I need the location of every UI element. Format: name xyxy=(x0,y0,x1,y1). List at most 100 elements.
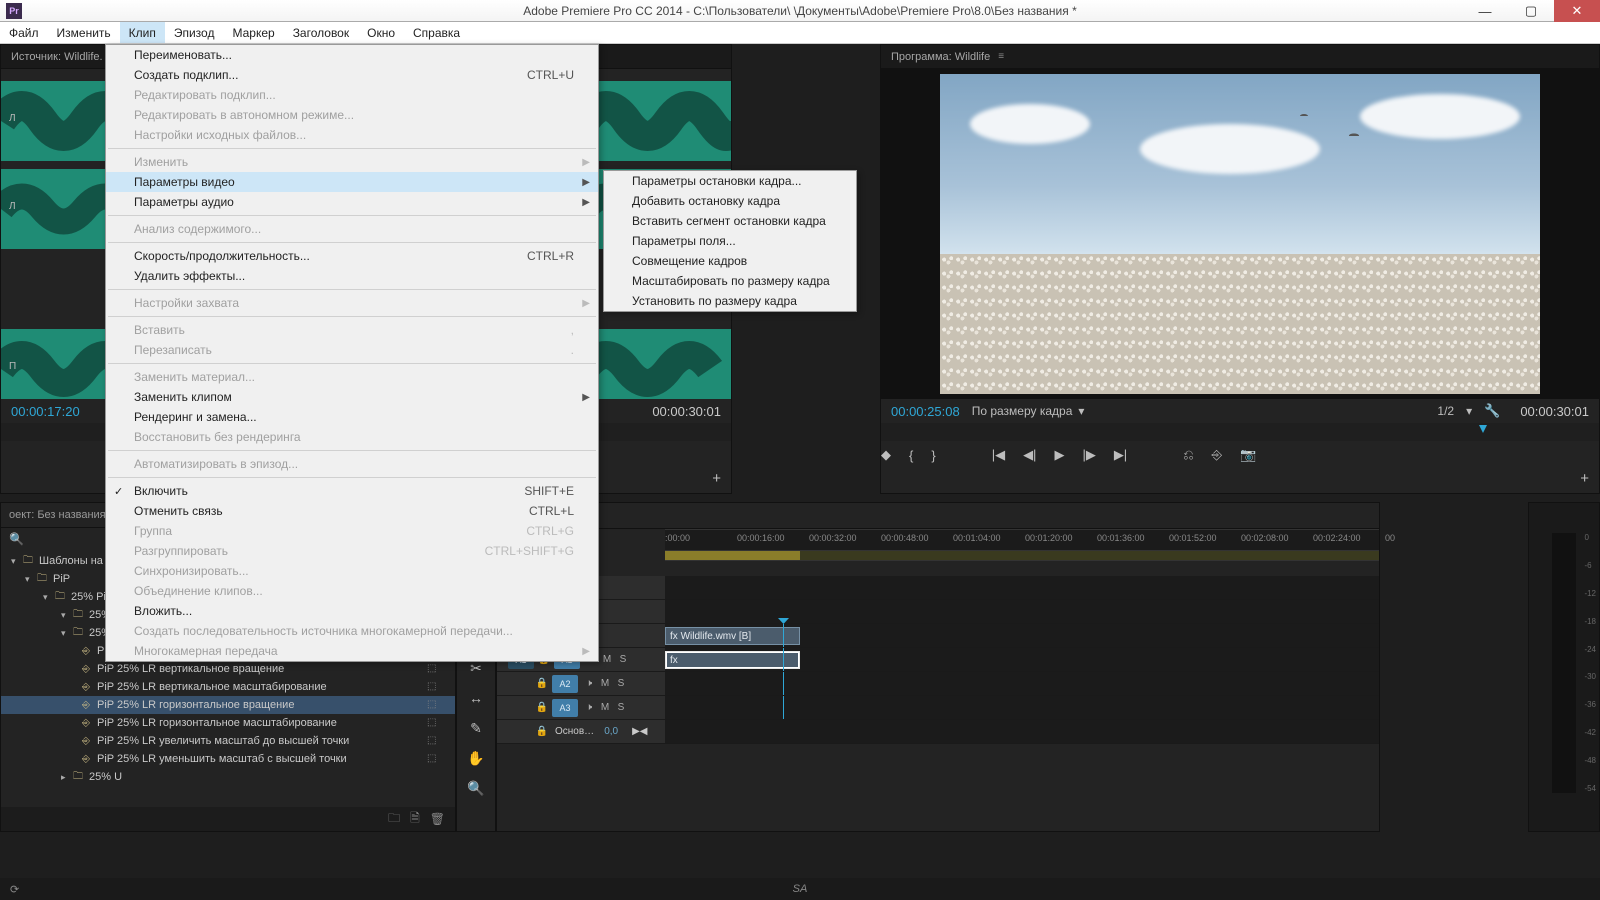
track-dst-tag[interactable]: A3 xyxy=(552,699,578,717)
submenu-item[interactable]: Параметры остановки кадра... xyxy=(604,171,856,191)
menu-file[interactable]: Файл xyxy=(0,22,48,43)
new-bin-icon[interactable]: 🗀 xyxy=(388,809,400,830)
timeline-ruler[interactable]: :00:0000:00:16:0000:00:32:0000:00:48:000… xyxy=(665,529,1379,551)
program-timecode-current[interactable]: 00:00:25:08 xyxy=(891,404,960,419)
close-button[interactable]: ✕ xyxy=(1554,0,1600,22)
tree-row[interactable]: ⎆PiP 25% LR вертикальное масштабирование… xyxy=(1,678,455,696)
tree-row[interactable]: ⎆PiP 25% LR уменьшить масштаб с высшей т… xyxy=(1,750,455,768)
track-v1[interactable]: V1 🔒 V1 👁 fx Wildlife.wmv [В] xyxy=(497,624,1379,648)
source-timecode-current[interactable]: 00:00:17:20 xyxy=(11,404,80,419)
menu-clip[interactable]: Клип xyxy=(120,22,165,43)
goto-out-icon[interactable]: ▶| xyxy=(1114,447,1127,463)
solo-s[interactable]: S xyxy=(613,678,629,689)
menu-item: РазгруппироватьCTRL+SHIFT+G xyxy=(106,541,598,561)
menu-item[interactable]: Переименовать... xyxy=(106,45,598,65)
menu-item[interactable]: ✓ВключитьSHIFT+E xyxy=(106,481,598,501)
mute-icon[interactable]: 🕨 xyxy=(581,702,597,713)
chevron-down-icon[interactable]: ▾ xyxy=(1466,404,1472,418)
menu-item[interactable]: Отменить связьCTRL+L xyxy=(106,501,598,521)
step-back-icon[interactable]: ◀| xyxy=(1023,447,1036,463)
master-value[interactable]: 0,0 xyxy=(604,726,618,737)
track-a2[interactable]: 🔒 A2 🕨 M S xyxy=(497,672,1379,696)
menu-marker[interactable]: Маркер xyxy=(223,22,283,43)
step-forward-icon[interactable]: |▶ xyxy=(1082,447,1095,463)
fx-badge-icon: fx xyxy=(670,655,678,666)
tree-row[interactable]: ▸🗀25% U xyxy=(1,768,455,786)
loop-icon[interactable]: ▶◀ xyxy=(632,726,647,737)
menu-edit[interactable]: Изменить xyxy=(48,22,120,43)
menu-item: Многокамерная передача▶ xyxy=(106,641,598,661)
mute-m[interactable]: M xyxy=(597,678,613,689)
playhead[interactable] xyxy=(783,624,784,647)
lift-icon[interactable]: ⎌ xyxy=(1183,447,1193,463)
menu-item[interactable]: Вложить... xyxy=(106,601,598,621)
program-add-button[interactable]: + xyxy=(1580,470,1589,487)
minimize-button[interactable]: — xyxy=(1462,0,1508,22)
menu-sequence[interactable]: Эпизод xyxy=(165,22,224,43)
menu-item[interactable]: Параметры видео▶ xyxy=(106,172,598,192)
ruler-tick: 00:00:48:00 xyxy=(881,533,929,543)
program-tab-menu-icon[interactable]: ≡ xyxy=(998,51,1004,62)
menu-item: Анализ содержимого... xyxy=(106,219,598,239)
menu-item[interactable]: Создать подклип...CTRL+U xyxy=(106,65,598,85)
new-item-icon[interactable]: 🗎 xyxy=(410,809,420,830)
zoom-tool-icon[interactable]: 🔍 xyxy=(457,773,495,803)
sync-icon[interactable]: ⟳ xyxy=(10,883,19,896)
slip-tool-icon[interactable]: ↔ xyxy=(457,683,495,713)
lock-icon[interactable]: 🔒 xyxy=(535,726,549,737)
goto-in-icon[interactable]: |◀ xyxy=(992,447,1005,463)
track-dst-tag[interactable]: A2 xyxy=(552,675,578,693)
mute-m[interactable]: M xyxy=(597,702,613,713)
track-a3[interactable]: 🔒 A3 🕨 M S xyxy=(497,696,1379,720)
clip-a1[interactable]: fx xyxy=(665,651,800,669)
mute-m[interactable]: M xyxy=(599,654,615,665)
submenu-item[interactable]: Совмещение кадров xyxy=(604,251,856,271)
submenu-item[interactable]: Установить по размеру кадра xyxy=(604,291,856,311)
bracket-out-icon[interactable]: } xyxy=(931,448,935,463)
maximize-button[interactable]: ▢ xyxy=(1508,0,1554,22)
menu-title[interactable]: Заголовок xyxy=(284,22,358,43)
menu-item[interactable]: Заменить клипом▶ xyxy=(106,387,598,407)
menu-item[interactable]: Рендеринг и замена... xyxy=(106,407,598,427)
mark-in-icon[interactable]: ◆ xyxy=(881,447,891,463)
tree-row[interactable]: ⎆PiP 25% LR увеличить масштаб до высшей … xyxy=(1,732,455,750)
menu-help[interactable]: Справка xyxy=(404,22,469,43)
program-zoom-dropdown[interactable]: По размеру кадра ▾ xyxy=(972,404,1085,418)
timeline-tab[interactable] xyxy=(497,503,1379,529)
lock-icon[interactable]: 🔒 xyxy=(535,702,549,713)
program-monitor[interactable] xyxy=(881,69,1599,399)
menu-item[interactable]: Скорость/продолжительность...CTRL+R xyxy=(106,246,598,266)
program-settings-icon[interactable]: 🔧 xyxy=(1484,403,1500,419)
lock-icon[interactable]: 🔒 xyxy=(535,678,549,689)
program-playhead-icon[interactable] xyxy=(1479,425,1487,433)
mute-icon[interactable]: 🕨 xyxy=(581,678,597,689)
solo-s[interactable]: S xyxy=(613,702,629,713)
menu-item[interactable]: Параметры аудио▶ xyxy=(106,192,598,212)
status-text: SA xyxy=(793,883,808,895)
hand-tool-icon[interactable]: ✋ xyxy=(457,743,495,773)
track-a1[interactable]: A1 🔒 A1 🕨 M S fx xyxy=(497,648,1379,672)
ruler-tick: 00:01:36:00 xyxy=(1097,533,1145,543)
source-add-button[interactable]: + xyxy=(712,470,721,487)
submenu-item[interactable]: Добавить остановку кадра xyxy=(604,191,856,211)
track-master[interactable]: 🔒 Основ… 0,0 ▶◀ xyxy=(497,720,1379,744)
pen-tool-icon[interactable]: ✎ xyxy=(457,713,495,743)
tree-row[interactable]: ⎆PiP 25% LR горизонтальное масштабирован… xyxy=(1,714,455,732)
tree-row[interactable]: ⎆PiP 25% LR горизонтальное вращение⬚ xyxy=(1,696,455,714)
program-panel-tab[interactable]: Программа: Wildlife ≡ xyxy=(881,45,1599,69)
submenu-item[interactable]: Параметры поля... xyxy=(604,231,856,251)
tree-row[interactable]: ⎆PiP 25% LR вертикальное вращение⬚ xyxy=(1,660,455,678)
menu-window[interactable]: Окно xyxy=(358,22,404,43)
bracket-in-icon[interactable]: { xyxy=(909,448,913,463)
submenu-item[interactable]: Вставить сегмент остановки кадра xyxy=(604,211,856,231)
clip-v1[interactable]: fx Wildlife.wmv [В] xyxy=(665,627,800,645)
timeline-zoom-bar[interactable] xyxy=(497,744,1379,766)
solo-s[interactable]: S xyxy=(615,654,631,665)
delete-icon[interactable]: 🗑 xyxy=(430,812,445,826)
submenu-item[interactable]: Масштабировать по размеру кадра xyxy=(604,271,856,291)
play-icon[interactable]: ▶ xyxy=(1054,447,1064,463)
extract-icon[interactable]: ⎆ xyxy=(1212,447,1222,463)
export-frame-icon[interactable]: 📷 xyxy=(1240,447,1256,463)
menu-item[interactable]: Удалить эффекты... xyxy=(106,266,598,286)
program-mini-ruler[interactable] xyxy=(881,423,1599,441)
